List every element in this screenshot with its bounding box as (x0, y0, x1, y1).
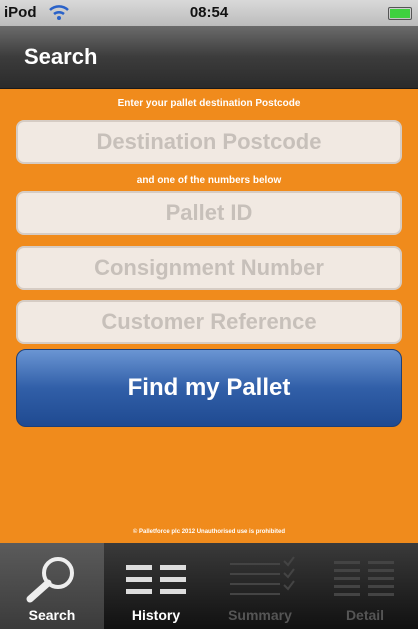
tab-summary-label: Summary (228, 607, 292, 623)
postcode-hint: Enter your pallet destination Postcode (117, 98, 301, 109)
clock: 08:54 (189, 4, 229, 21)
search-form: Enter your pallet destination Postcode D… (0, 89, 418, 543)
tab-history[interactable]: History (104, 543, 208, 629)
customer-reference-field[interactable]: Customer Reference (16, 300, 402, 344)
postcode-field[interactable]: Destination Postcode (16, 120, 402, 164)
pallet-id-field[interactable]: Pallet ID (16, 191, 402, 235)
status-bar: iPod 08:54 (0, 0, 418, 26)
tab-history-label: History (131, 607, 181, 623)
copyright-notice: © Palletforce plc 2012 Unauthorised use … (132, 529, 286, 535)
battery-icon (388, 7, 412, 20)
summary-icon (230, 556, 295, 595)
find-pallet-button[interactable]: Find my Pallet (16, 349, 402, 427)
nav-bar: Search (0, 26, 418, 89)
consignment-number-field[interactable]: Consignment Number (16, 246, 402, 290)
history-icon (126, 565, 186, 594)
detail-icon (334, 561, 394, 596)
tab-summary[interactable]: Summary (208, 543, 312, 629)
tab-search[interactable]: Search (0, 543, 104, 629)
tab-detail[interactable]: Detail (312, 543, 418, 629)
tab-detail-label: Detail (345, 607, 385, 623)
tab-search-label: Search (28, 607, 76, 623)
page-title: Search (24, 44, 98, 69)
tab-bar: Search History Summary Detail (0, 543, 418, 629)
numbers-hint: and one of the numbers below (136, 175, 282, 186)
search-icon (26, 557, 74, 603)
